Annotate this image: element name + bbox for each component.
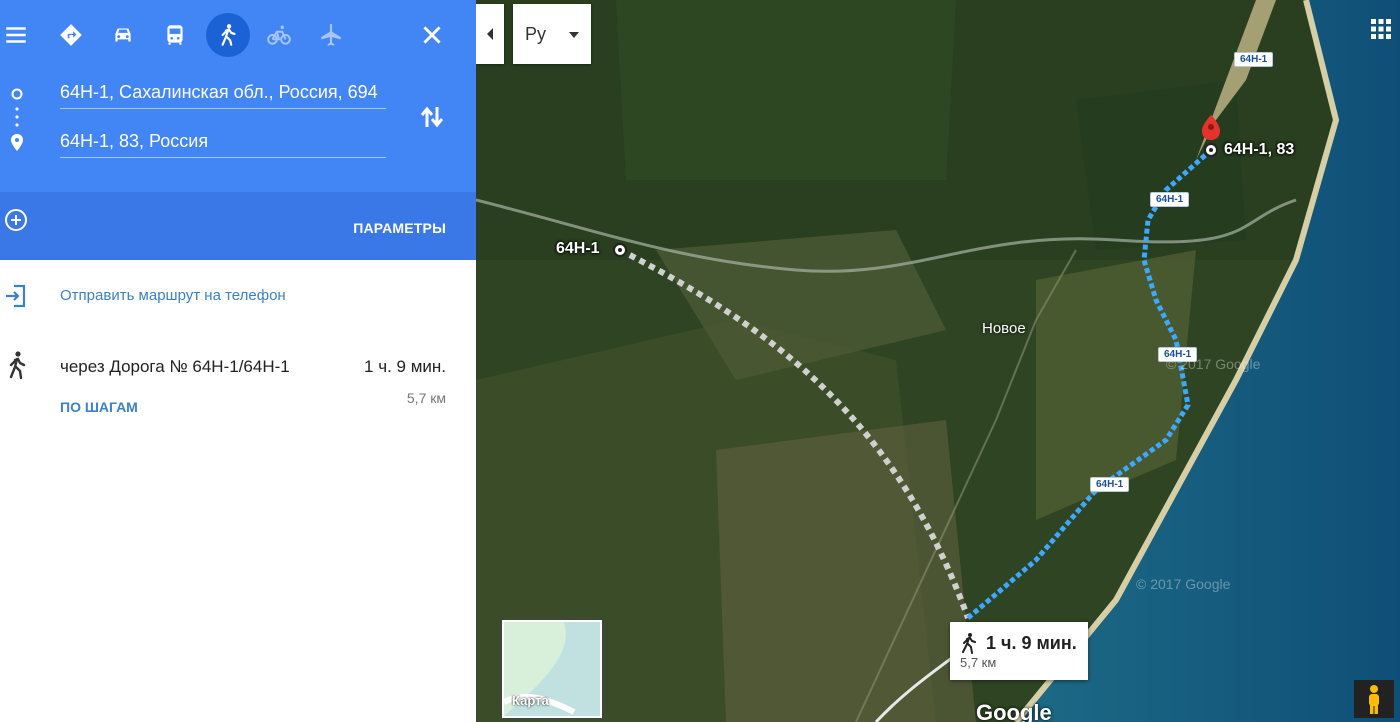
google-logo: Google: [976, 700, 1052, 722]
options-bar: ПАРАМЕТРЫ: [0, 192, 476, 260]
plane-icon: [321, 24, 341, 46]
mode-driving-button[interactable]: [103, 15, 143, 55]
dropdown-arrow-icon: [569, 32, 579, 38]
language-value: Ру: [525, 24, 547, 44]
watermark: © 2017 Google: [1136, 576, 1231, 592]
car-icon: [115, 28, 131, 42]
mode-cycling-button[interactable]: [259, 15, 299, 55]
route-icon: [60, 24, 82, 46]
route-dots-icon: [11, 88, 23, 151]
mode-flights-button[interactable]: [311, 15, 351, 55]
route-duration: 1 ч. 9 мин.: [364, 357, 446, 376]
route-via: через Дорога № 64H-1/64H-1: [60, 357, 290, 376]
road-shield: 64H-1: [1090, 477, 1130, 492]
chevron-left-icon: [487, 28, 493, 40]
map-view-toggle[interactable]: Карта: [501, 619, 603, 719]
send-to-phone-icon: [6, 284, 26, 308]
minimap-label: Карта: [512, 693, 549, 708]
callout-distance: 5,7 км: [960, 655, 997, 670]
town-label[interactable]: Новое: [982, 320, 1026, 337]
callout-duration: 1 ч. 9 мин.: [986, 633, 1077, 653]
origin-map-label[interactable]: 64H-1: [556, 240, 600, 258]
route-distance: 5,7 км: [406, 390, 446, 406]
destination-input[interactable]: 64H-1, 83, Россия: [60, 131, 386, 158]
directions-header: 64H-1, Сахалинская обл., Россия, 694 64H…: [0, 0, 476, 192]
menu-button[interactable]: [0, 15, 36, 55]
origin-input[interactable]: 64H-1, Сахалинская обл., Россия, 694: [60, 82, 386, 109]
collapse-panel-button[interactable]: [476, 4, 504, 64]
mode-transit-button[interactable]: [155, 15, 195, 55]
mode-best-button[interactable]: [51, 15, 91, 55]
menu-icon: [6, 27, 26, 43]
walk-icon: [962, 633, 976, 654]
directions-panel: 64H-1, Сахалинская обл., Россия, 694 64H…: [0, 0, 476, 722]
satellite-imagery: [476, 0, 1400, 722]
road-shield: 64H-1: [1234, 52, 1274, 67]
destination-map-label[interactable]: 64H-1, 83: [1224, 141, 1294, 159]
walk-icon: [221, 24, 236, 46]
close-button[interactable]: [412, 15, 452, 55]
mode-walking-button[interactable]: [206, 13, 250, 57]
bus-icon: [167, 25, 183, 45]
street-view-button[interactable]: [1354, 680, 1394, 718]
step-by-step-link[interactable]: ПО ШАГАМ: [60, 399, 138, 415]
swap-icon[interactable]: [418, 103, 446, 131]
apps-grid-icon[interactable]: [1370, 18, 1392, 40]
pegman-icon: [1369, 685, 1379, 714]
watermark: © 2017 Google: [1166, 356, 1261, 372]
parameters-button[interactable]: ПАРАМЕТРЫ: [353, 220, 446, 236]
bike-icon: [267, 25, 291, 45]
road-shield: 64H-1: [1150, 192, 1190, 207]
send-to-phone-row[interactable]: Отправить маршрут на телефон: [0, 272, 476, 320]
send-to-phone-link[interactable]: Отправить маршрут на телефон: [60, 287, 286, 304]
route-option[interactable]: через Дорога № 64H-1/64H-1 1 ч. 9 мин. 5…: [0, 342, 476, 432]
route-callout[interactable]: 1 ч. 9 мин. 5,7 км: [950, 622, 1088, 680]
walk-icon: [9, 351, 26, 380]
satellite-map[interactable]: Ру 64H-1 64H-1 64H-1 64H-1 64H-1 64H-1, …: [476, 0, 1400, 722]
close-icon: [423, 26, 441, 44]
language-select[interactable]: Ру: [513, 4, 591, 64]
add-destination-icon[interactable]: [4, 208, 28, 232]
